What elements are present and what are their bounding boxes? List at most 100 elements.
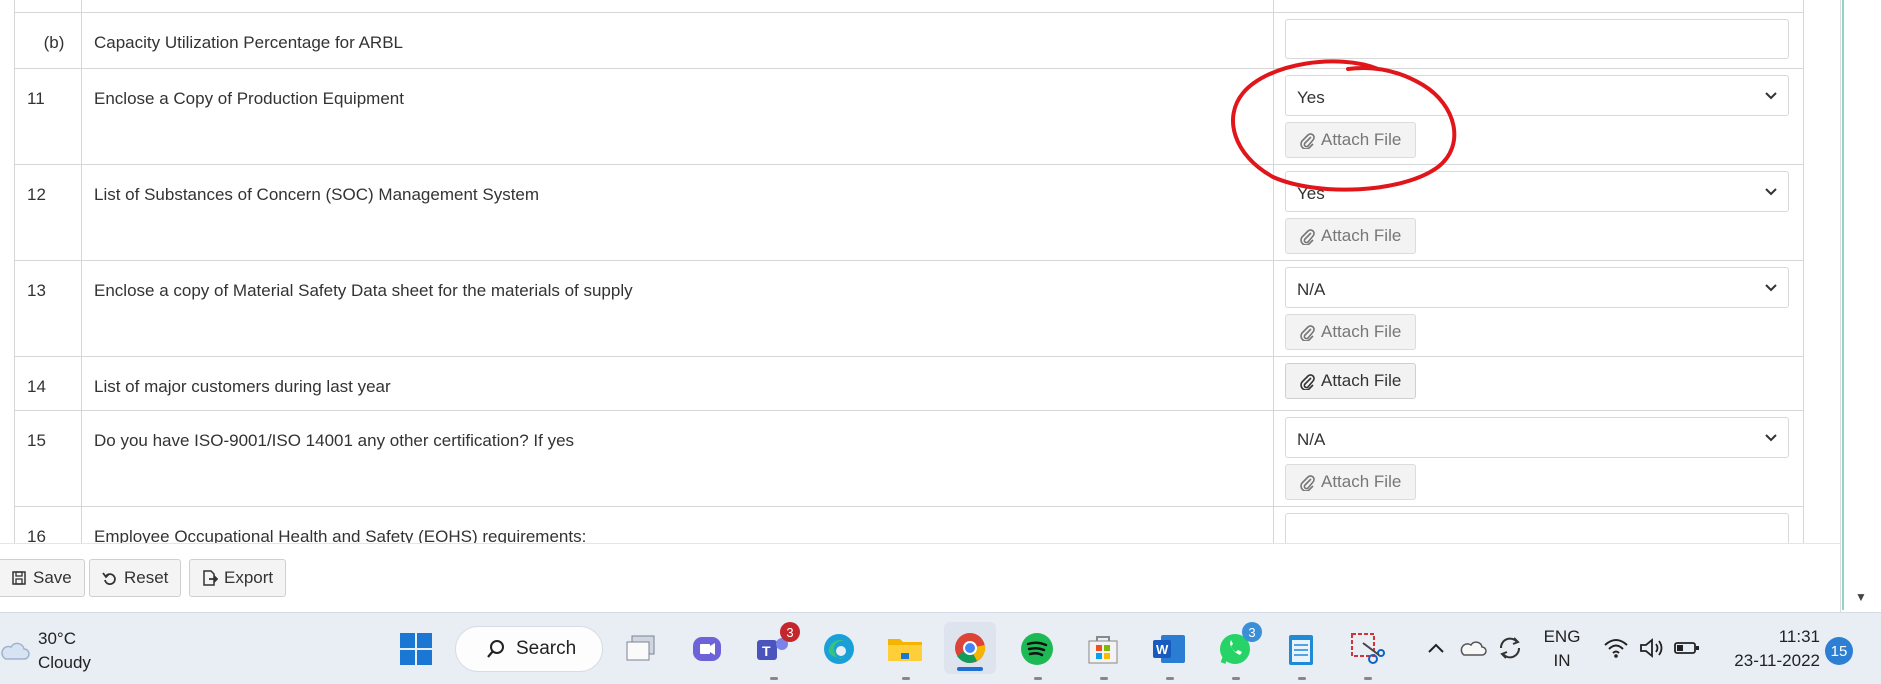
- row-description: Capacity Utilization Percentage for ARBL: [81, 12, 1274, 69]
- iso-certification-select[interactable]: N/A: [1285, 417, 1789, 458]
- running-indicator: [1166, 677, 1174, 680]
- running-indicator: [770, 677, 778, 680]
- svg-text:T: T: [762, 643, 771, 659]
- teams-icon[interactable]: T 3: [752, 622, 800, 680]
- running-indicator: [1034, 677, 1042, 680]
- region-code: IN: [1553, 651, 1571, 670]
- row-description: List of Substances of Concern (SOC) Mana…: [81, 164, 1274, 261]
- paperclip-icon: [1300, 132, 1315, 149]
- row-number: 12: [14, 164, 82, 261]
- chevron-down-icon: [1765, 92, 1777, 100]
- table-row: 16 Employee Occupational Health and Safe…: [14, 506, 1804, 543]
- taskbar-search[interactable]: Search: [455, 626, 603, 672]
- attach-file-button[interactable]: Attach File: [1285, 218, 1417, 254]
- table-row: (b) Capacity Utilization Percentage for …: [14, 12, 1804, 69]
- soc-management-select[interactable]: Yes: [1285, 171, 1789, 212]
- row-number: 13: [14, 260, 82, 357]
- form-table: (b) Capacity Utilization Percentage for …: [14, 0, 1804, 543]
- eohs-input[interactable]: [1285, 513, 1789, 543]
- weather-temperature: 30°C: [38, 629, 76, 648]
- task-view-icon[interactable]: [620, 628, 662, 670]
- chevron-down-icon: [1765, 434, 1777, 442]
- paperclip-icon: [1300, 474, 1315, 491]
- table-row: 11 Enclose a Copy of Production Equipmen…: [14, 68, 1804, 165]
- table-row: 15 Do you have ISO-9001/ISO 14001 any ot…: [14, 410, 1804, 507]
- battery-icon[interactable]: [1672, 633, 1702, 663]
- paperclip-icon: [1300, 324, 1315, 341]
- save-button[interactable]: Save: [0, 559, 85, 597]
- sync-icon[interactable]: [1495, 633, 1525, 663]
- onedrive-icon[interactable]: [1458, 633, 1488, 663]
- teams-notification-badge: 3: [780, 622, 800, 642]
- weather-description: Cloudy: [38, 653, 91, 672]
- scroll-down-icon[interactable]: ▼: [1855, 590, 1867, 604]
- running-indicator: [1232, 677, 1240, 680]
- weather-widget[interactable]: 30°C Cloudy: [0, 627, 91, 675]
- table-row: 13 Enclose a copy of Material Safety Dat…: [14, 260, 1804, 357]
- paperclip-icon: [1300, 373, 1315, 390]
- row-description: Enclose a Copy of Production Equipment: [81, 68, 1274, 165]
- running-indicator: [902, 677, 910, 680]
- language-code: ENG: [1543, 627, 1581, 646]
- whatsapp-notification-badge: 3: [1242, 622, 1262, 642]
- chevron-up-icon[interactable]: [1421, 633, 1451, 663]
- row-description: Enclose a copy of Material Safety Data s…: [81, 260, 1274, 357]
- active-indicator: [957, 667, 983, 671]
- edge-browser-icon[interactable]: [818, 628, 860, 670]
- row-number: 11: [14, 68, 82, 165]
- row-number: 14: [14, 356, 82, 411]
- chevron-down-icon: [1765, 188, 1777, 196]
- wifi-icon[interactable]: [1601, 633, 1631, 663]
- chrome-browser-icon[interactable]: [944, 622, 996, 674]
- whatsapp-icon[interactable]: 3: [1214, 622, 1262, 680]
- system-clock[interactable]: 11:31 23-11-2022: [1720, 625, 1820, 673]
- attach-file-button[interactable]: Attach File: [1285, 314, 1417, 350]
- clock-date: 23-11-2022: [1734, 651, 1820, 670]
- row-description: Employee Occupational Health and Safety …: [81, 506, 1274, 543]
- attach-file-button[interactable]: Attach File: [1285, 363, 1417, 399]
- row-description: List of major customers during last year: [81, 356, 1274, 411]
- action-bar: Save Reset Export: [0, 543, 1840, 612]
- capacity-utilization-input[interactable]: [1285, 19, 1789, 59]
- notification-count-badge[interactable]: 15: [1825, 637, 1853, 665]
- vertical-scrollbar[interactable]: ▼: [1840, 0, 1881, 612]
- save-icon: [12, 571, 26, 585]
- attach-file-button[interactable]: Attach File: [1285, 464, 1417, 500]
- export-button[interactable]: Export: [189, 559, 287, 597]
- windows-taskbar: 30°C Cloudy Search T 3 W 3 ENG IN 11:31 …: [0, 612, 1881, 684]
- running-indicator: [1298, 677, 1306, 680]
- snipping-tool-icon[interactable]: [1346, 628, 1388, 680]
- production-equipment-select[interactable]: Yes: [1285, 75, 1789, 116]
- export-icon: [203, 570, 218, 586]
- table-row: 12 List of Substances of Concern (SOC) M…: [14, 164, 1804, 261]
- reset-button[interactable]: Reset: [89, 559, 182, 597]
- start-button[interactable]: [395, 628, 437, 670]
- running-indicator: [1364, 677, 1372, 680]
- table-row: 14 List of major customers during last y…: [14, 356, 1804, 411]
- clock-time: 11:31: [1778, 627, 1820, 646]
- teams-chat-icon[interactable]: [686, 628, 728, 670]
- windows-logo-icon: [400, 633, 432, 665]
- row-number: 16: [14, 506, 82, 543]
- svg-text:W: W: [1156, 642, 1169, 657]
- scrollbar-track: [1842, 0, 1844, 610]
- microsoft-store-icon[interactable]: [1082, 628, 1124, 680]
- row-description: Do you have ISO-9001/ISO 14001 any other…: [81, 410, 1274, 507]
- row-number: 15: [14, 410, 82, 507]
- undo-icon: [102, 572, 116, 585]
- word-icon[interactable]: W: [1148, 628, 1190, 680]
- language-indicator[interactable]: ENG IN: [1540, 625, 1584, 673]
- chevron-down-icon: [1765, 284, 1777, 292]
- paperclip-icon: [1300, 228, 1315, 245]
- spotify-icon[interactable]: [1016, 628, 1058, 680]
- volume-icon[interactable]: [1637, 633, 1667, 663]
- notepad-icon[interactable]: [1280, 628, 1322, 680]
- form-scroll-area[interactable]: (b) Capacity Utilization Percentage for …: [0, 0, 1840, 543]
- running-indicator: [1100, 677, 1108, 680]
- search-icon: [487, 640, 504, 658]
- attach-file-button[interactable]: Attach File: [1285, 122, 1417, 158]
- row-number: (b): [14, 12, 82, 69]
- msds-select[interactable]: N/A: [1285, 267, 1789, 308]
- cloud-icon: [1, 642, 30, 660]
- file-explorer-icon[interactable]: [884, 628, 926, 680]
